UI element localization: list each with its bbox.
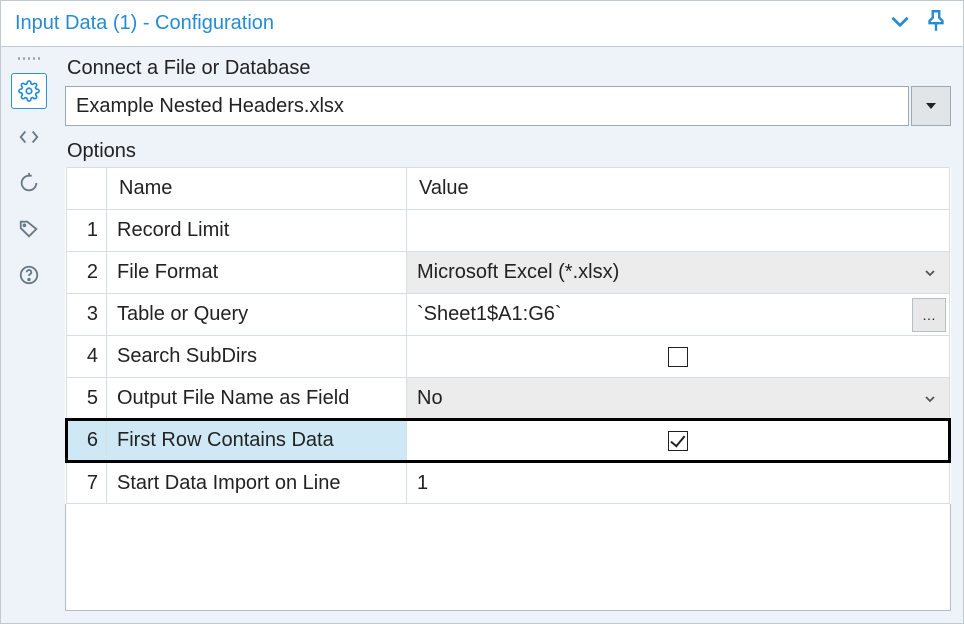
table-row[interactable]: 7Start Data Import on Line1	[67, 462, 950, 504]
row-index: 5	[67, 378, 107, 420]
browse-button[interactable]: …	[912, 298, 946, 332]
row-name: Record Limit	[107, 210, 407, 252]
side-toolbar	[1, 47, 57, 623]
file-dropdown-button[interactable]	[911, 86, 951, 126]
help-icon[interactable]	[11, 257, 47, 293]
row-index: 4	[67, 336, 107, 378]
row-index: 6	[67, 420, 107, 462]
chevron-down-icon[interactable]	[923, 387, 937, 410]
table-row[interactable]: 3Table or Query`Sheet1$A1:G6`…	[67, 294, 950, 336]
table-row[interactable]: 1Record Limit	[67, 210, 950, 252]
row-value[interactable]	[407, 336, 950, 378]
row-name: First Row Contains Data	[107, 420, 407, 462]
table-row[interactable]: 4Search SubDirs	[67, 336, 950, 378]
file-path-input[interactable]: Example Nested Headers.xlsx	[65, 86, 909, 126]
checkbox[interactable]	[668, 431, 688, 451]
code-icon[interactable]	[11, 119, 47, 155]
table-row[interactable]: 2File FormatMicrosoft Excel (*.xlsx)	[67, 252, 950, 294]
row-name: Output File Name as Field	[107, 378, 407, 420]
row-name: File Format	[107, 252, 407, 294]
row-value[interactable]: `Sheet1$A1:G6`…	[407, 294, 950, 336]
row-index: 3	[67, 294, 107, 336]
table-row[interactable]: 5Output File Name as FieldNo	[67, 378, 950, 420]
config-panel: Input Data (1) - Configuration	[0, 0, 964, 624]
row-index: 1	[67, 210, 107, 252]
gear-icon[interactable]	[11, 73, 47, 109]
pin-icon[interactable]	[923, 8, 949, 39]
row-index: 7	[67, 462, 107, 504]
row-index: 2	[67, 252, 107, 294]
drag-handle-icon[interactable]	[18, 53, 40, 63]
col-header-idx	[67, 168, 107, 210]
refresh-icon[interactable]	[11, 165, 47, 201]
row-value[interactable]: No	[407, 378, 950, 420]
row-value[interactable]: Microsoft Excel (*.xlsx)	[407, 252, 950, 294]
row-name: Table or Query	[107, 294, 407, 336]
row-value[interactable]	[407, 210, 950, 252]
row-value[interactable]	[407, 420, 950, 462]
col-header-name: Name	[107, 168, 407, 210]
title-bar: Input Data (1) - Configuration	[1, 1, 963, 47]
file-path-text: Example Nested Headers.xlsx	[76, 95, 344, 118]
collapse-icon[interactable]	[887, 8, 913, 39]
panel-title: Input Data (1) - Configuration	[15, 12, 274, 35]
chevron-down-icon[interactable]	[923, 261, 937, 284]
connect-label: Connect a File or Database	[67, 57, 951, 80]
checkbox[interactable]	[668, 347, 688, 367]
row-name: Search SubDirs	[107, 336, 407, 378]
table-row[interactable]: 6First Row Contains Data	[67, 420, 950, 462]
options-label: Options	[67, 140, 949, 163]
row-value[interactable]: 1	[407, 462, 950, 504]
col-header-value: Value	[407, 168, 950, 210]
options-table: Name Value 1Record Limit2File FormatMicr…	[65, 167, 951, 504]
tag-icon[interactable]	[11, 211, 47, 247]
main-area: Connect a File or Database Example Neste…	[57, 47, 963, 623]
row-name: Start Data Import on Line	[107, 462, 407, 504]
